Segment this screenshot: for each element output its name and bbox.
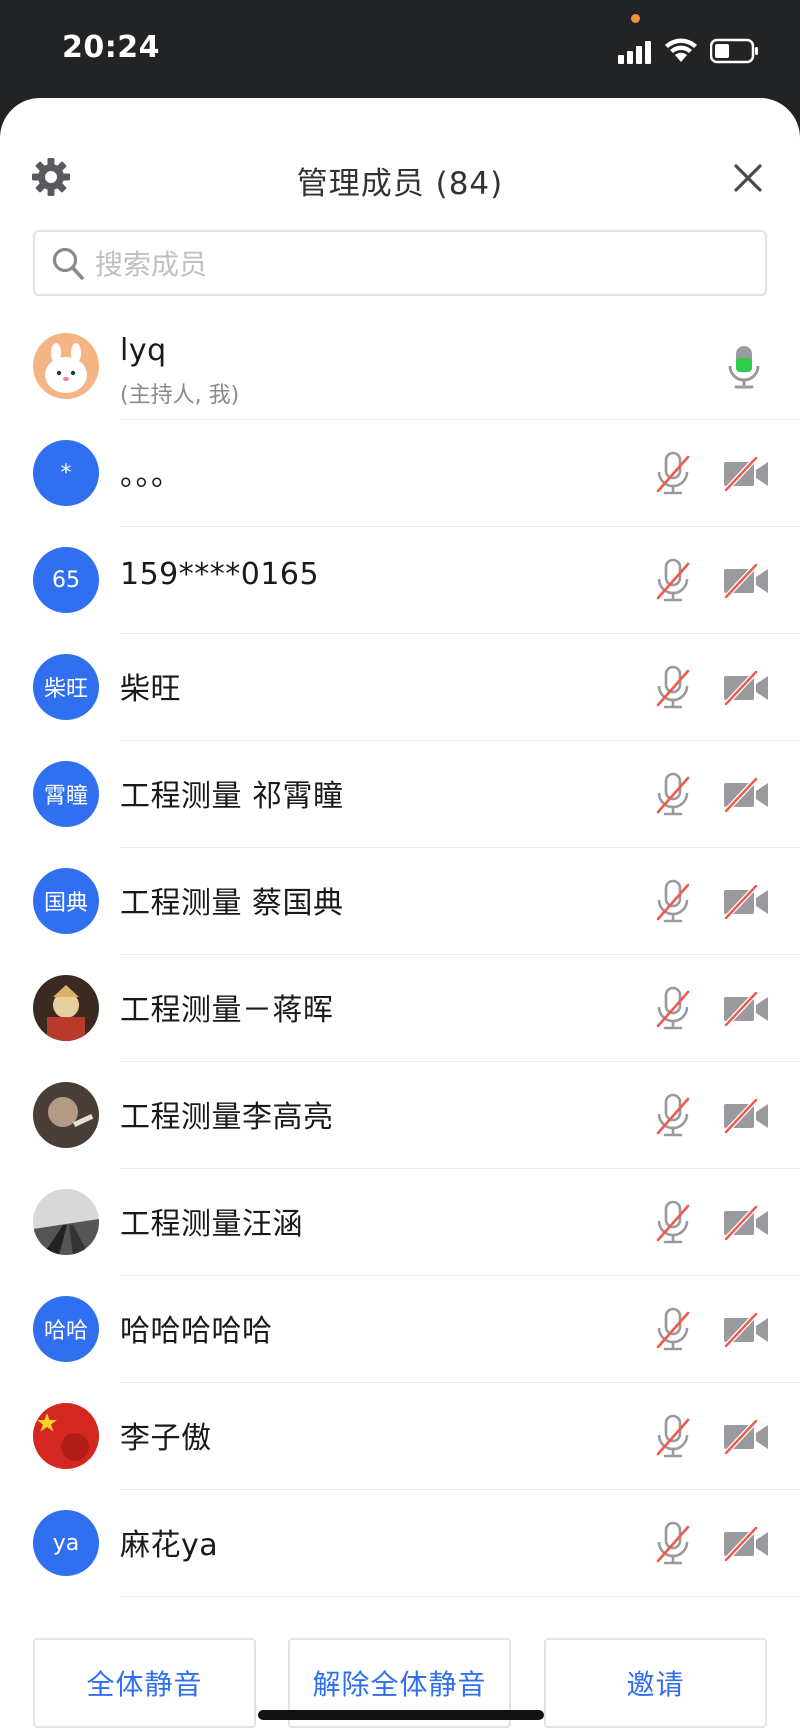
avatar: 国典 <box>33 868 99 934</box>
camera-off-icon[interactable] <box>722 777 770 813</box>
status-bar: 20:24 <box>0 0 800 100</box>
page-title: 管理成员 (84) <box>296 166 504 202</box>
member-row[interactable]: * 。。。 <box>0 420 800 527</box>
avatar: ya <box>33 1510 99 1576</box>
member-name: lyq <box>120 333 167 368</box>
avatar: 霄瞳 <box>33 761 99 827</box>
avatar: 柴旺 <box>33 654 99 720</box>
mic-muted-icon[interactable] <box>655 879 691 925</box>
member-row[interactable]: lyq (主持人, 我) <box>0 313 800 420</box>
avatar: 哈哈 <box>33 1296 99 1362</box>
member-row[interactable]: 工程测量汪涵 <box>0 1169 800 1276</box>
cellular-signal-icon <box>618 41 651 64</box>
mic-muted-icon[interactable] <box>655 665 691 711</box>
sheet-header: 管理成员 (84) <box>0 98 800 218</box>
member-name: 哈哈哈哈哈 <box>120 1314 273 1349</box>
mic-on-icon[interactable] <box>726 344 762 390</box>
camera-off-icon[interactable] <box>722 1312 770 1348</box>
camera-off-icon[interactable] <box>722 884 770 920</box>
close-icon[interactable] <box>728 158 768 198</box>
member-row[interactable]: 工程测量－蒋晖 <box>0 955 800 1062</box>
member-row[interactable]: 李子傲 <box>0 1383 800 1490</box>
camera-off-icon[interactable] <box>722 670 770 706</box>
avatar <box>33 333 99 399</box>
member-row[interactable]: 国典 工程测量 蔡国典 <box>0 848 800 955</box>
mic-muted-icon[interactable] <box>655 558 691 604</box>
camera-off-icon[interactable] <box>722 1205 770 1241</box>
invite-button[interactable]: 邀请 <box>544 1638 767 1728</box>
member-row[interactable]: 霄瞳 工程测量 祁霄瞳 <box>0 741 800 848</box>
member-row[interactable]: ya 麻花ya <box>0 1490 800 1597</box>
home-indicator <box>258 1710 544 1720</box>
search-box[interactable] <box>33 230 767 296</box>
mic-muted-icon[interactable] <box>655 1307 691 1353</box>
avatar: * <box>33 440 99 506</box>
battery-icon <box>710 38 758 64</box>
mic-muted-icon[interactable] <box>655 772 691 818</box>
member-name: 工程测量 祁霄瞳 <box>120 779 344 814</box>
member-name: 159****0165 <box>120 557 320 592</box>
mic-muted-icon[interactable] <box>655 451 691 497</box>
member-row[interactable]: 工程测量李高亮 <box>0 1062 800 1169</box>
member-name: 工程测量李高亮 <box>120 1100 334 1135</box>
avatar: 65 <box>33 547 99 613</box>
camera-off-icon[interactable] <box>722 1419 770 1455</box>
avatar <box>33 1189 99 1255</box>
member-row[interactable]: 柴旺 柴旺 <box>0 634 800 741</box>
member-name: 李子傲 <box>120 1421 212 1456</box>
member-row[interactable]: 65 159****0165 <box>0 527 800 634</box>
member-list[interactable]: lyq (主持人, 我) *。。。 65 159****0165 柴旺 柴旺 霄瞳 工程测量 祁… <box>0 313 800 1639</box>
camera-off-icon[interactable] <box>722 1098 770 1134</box>
wifi-icon <box>665 38 697 62</box>
mic-muted-icon[interactable] <box>655 986 691 1032</box>
member-name: 工程测量汪涵 <box>120 1207 303 1242</box>
avatar <box>33 1403 99 1469</box>
manage-members-sheet: 管理成员 (84) lyq (主持人, 我) * 。。。 65 159****0165 柴旺… <box>0 98 800 1734</box>
member-name: 工程测量－蒋晖 <box>120 993 334 1028</box>
camera-off-icon[interactable] <box>722 456 770 492</box>
avatar <box>33 975 99 1041</box>
member-name: 工程测量 蔡国典 <box>120 886 344 921</box>
member-name: 柴旺 <box>120 672 181 707</box>
camera-off-icon[interactable] <box>722 991 770 1027</box>
search-input[interactable] <box>95 242 745 286</box>
mic-muted-icon[interactable] <box>655 1200 691 1246</box>
mic-muted-icon[interactable] <box>655 1093 691 1139</box>
avatar <box>33 1082 99 1148</box>
privacy-indicator-dot <box>631 14 640 23</box>
member-name: 麻花ya <box>120 1528 219 1563</box>
mic-muted-icon[interactable] <box>655 1521 691 1567</box>
mute-all-button[interactable]: 全体静音 <box>33 1638 256 1728</box>
member-row[interactable]: 哈哈 哈哈哈哈哈 <box>0 1276 800 1383</box>
status-time: 20:24 <box>62 30 160 65</box>
mic-muted-icon[interactable] <box>655 1414 691 1460</box>
search-icon <box>52 247 84 280</box>
member-name: 。。。 <box>120 458 182 493</box>
camera-off-icon[interactable] <box>722 1526 770 1562</box>
member-role: (主持人, 我) <box>120 383 240 408</box>
camera-off-icon[interactable] <box>722 563 770 599</box>
